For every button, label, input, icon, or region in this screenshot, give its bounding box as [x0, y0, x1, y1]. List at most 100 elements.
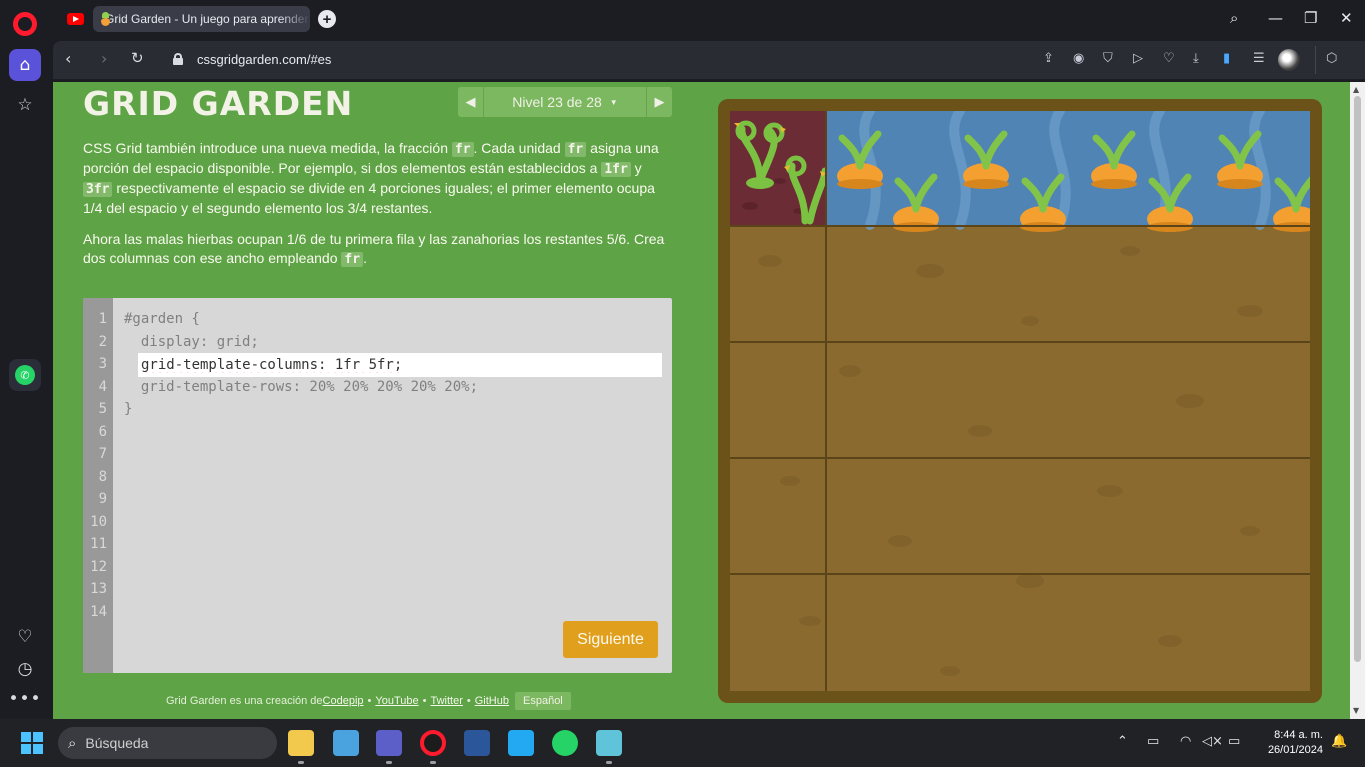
- minimize-button[interactable]: —: [1268, 9, 1283, 27]
- display-icon[interactable]: ▭: [1147, 734, 1159, 749]
- avatar[interactable]: [1278, 49, 1300, 71]
- back-button[interactable]: ‹: [65, 49, 71, 68]
- opera-logo-icon[interactable]: [13, 12, 37, 36]
- home-icon[interactable]: ⌂: [9, 49, 41, 81]
- scroll-down-icon[interactable]: ▼: [1353, 706, 1359, 715]
- code-keyword: 3fr: [83, 182, 113, 197]
- line-number: 8: [98, 469, 107, 485]
- teams-icon[interactable]: [376, 730, 402, 756]
- garden-soil: [730, 111, 1310, 691]
- whatsapp-icon[interactable]: ✆: [9, 359, 41, 391]
- next-level-button[interactable]: ▶: [646, 87, 672, 117]
- code-keyword: fr: [451, 142, 474, 157]
- search-icon: ⌕: [68, 734, 77, 752]
- scroll-up-icon[interactable]: ▲: [1353, 85, 1359, 94]
- level-dropdown[interactable]: Nivel 23 de 28 ▼: [484, 87, 646, 117]
- line-number: 14: [90, 604, 107, 620]
- github-link[interactable]: GitHub: [475, 695, 509, 707]
- whatsapp-taskbar-icon[interactable]: [552, 730, 578, 756]
- line-number: 4: [98, 379, 107, 395]
- level-navigation: ◀ Nivel 23 de 28 ▼ ▶: [458, 87, 672, 117]
- code-keyword: fr: [564, 142, 587, 157]
- line-number: 5: [98, 401, 107, 417]
- extensions-icon[interactable]: ⬡: [1326, 51, 1337, 66]
- instructions-paragraph-1: CSS Grid también introduce una nueva med…: [83, 140, 659, 216]
- history-icon[interactable]: ◷: [9, 653, 41, 685]
- adblock-icon[interactable]: ⛉: [1103, 51, 1113, 66]
- youtube-pinned-tab[interactable]: [60, 8, 90, 30]
- new-tab-button[interactable]: +: [318, 10, 336, 28]
- youtube-icon: [66, 13, 84, 25]
- youtube-link[interactable]: YouTube: [375, 695, 418, 707]
- garden-grid-drawing: [730, 111, 1310, 691]
- system-clock[interactable]: 8:44 a. m. 26/01/2024: [1255, 728, 1323, 758]
- tab-grid-garden[interactable]: Grid Garden - Un juego para aprender CSS…: [93, 6, 310, 32]
- code-keyword: 1fr: [601, 162, 631, 177]
- code-line: grid-template-rows: 20% 20% 20% 20% 20%;: [124, 379, 479, 395]
- opera-taskbar-icon[interactable]: [420, 730, 446, 756]
- line-number: 1: [98, 311, 107, 327]
- chevron-up-icon[interactable]: ⌃: [1117, 734, 1128, 749]
- line-number: 13: [90, 581, 107, 597]
- close-window-button[interactable]: ✕: [1340, 9, 1353, 27]
- heart-icon[interactable]: ♡: [9, 621, 41, 653]
- page-scrollbar[interactable]: ▲ ▼: [1350, 82, 1365, 719]
- line-number: 9: [98, 491, 107, 507]
- player-icon[interactable]: ▷: [1133, 51, 1143, 66]
- maximize-button[interactable]: ❐: [1304, 9, 1317, 27]
- footer: Grid Garden es una creación de Codepip •…: [166, 692, 571, 710]
- search-tabs-icon[interactable]: ⌕: [1230, 9, 1238, 27]
- volume-muted-icon[interactable]: ◁×: [1202, 734, 1223, 749]
- code-line: display: grid;: [124, 334, 259, 350]
- twitter-link[interactable]: Twitter: [430, 695, 462, 707]
- instructions-paragraph-2: Ahora las malas hierbas ocupan 1/6 de tu…: [83, 231, 665, 267]
- share-icon[interactable]: ⇪: [1043, 51, 1054, 66]
- forward-button[interactable]: ›: [101, 49, 107, 68]
- code-keyword: fr: [341, 252, 364, 267]
- address-bar[interactable]: cssgridgarden.com/#es: [197, 52, 331, 67]
- address-bar-row: ‹ › ↻ cssgridgarden.com/#es ⇪ ◉ ⛉ ▷ ♡ ⤓ …: [53, 41, 1365, 79]
- wifi-icon[interactable]: ◠: [1180, 734, 1191, 749]
- line-number-gutter: 1 2 3 4 5 6 7 8 9 10 11 12 13 14: [83, 298, 113, 673]
- snapshot-icon[interactable]: ◉: [1073, 51, 1084, 66]
- start-button[interactable]: [21, 732, 43, 754]
- browser-sidebar: ⌂ ☆ ✆ ♡ ◷ •••: [0, 0, 50, 719]
- bookmark-heart-icon[interactable]: ♡: [1163, 51, 1175, 66]
- page-title: GRID GARDEN: [83, 84, 354, 123]
- windows-taskbar: ⌕ Búsqueda ⌃ ▭ ◠ ◁× ▭ 8:44 a. m. 26/01/2…: [0, 719, 1365, 767]
- css-answer-input[interactable]: [138, 353, 662, 377]
- codepip-link[interactable]: Codepip: [323, 695, 364, 707]
- star-icon[interactable]: ☆: [9, 89, 41, 121]
- file-explorer-icon[interactable]: [288, 730, 314, 756]
- next-button[interactable]: Siguiente: [563, 621, 658, 658]
- lock-icon: [173, 53, 183, 65]
- garden-board: [718, 99, 1322, 703]
- css-editor: 1 2 3 4 5 6 7 8 9 10 11 12 13 14 #garden…: [83, 298, 672, 673]
- easy-setup-icon[interactable]: ☰: [1253, 51, 1265, 66]
- line-number: 7: [98, 446, 107, 462]
- search-placeholder: Búsqueda: [85, 735, 149, 751]
- code-line: }: [124, 401, 133, 417]
- app-icon[interactable]: [596, 730, 622, 756]
- previous-level-button[interactable]: ◀: [458, 87, 484, 117]
- taskbar-search[interactable]: ⌕ Búsqueda: [58, 727, 277, 759]
- tab-strip: Grid Garden - Un juego para aprender CSS…: [50, 0, 1365, 38]
- battery-saver-icon[interactable]: ▮: [1223, 51, 1230, 66]
- download-icon[interactable]: ⤓: [1193, 51, 1199, 66]
- page-content: GRID GARDEN ◀ Nivel 23 de 28 ▼ ▶ CSS Gri…: [53, 82, 1350, 719]
- battery-icon[interactable]: ▭: [1228, 734, 1240, 749]
- notification-bell-icon[interactable]: 🔔: [1331, 734, 1347, 749]
- notepad-icon[interactable]: [333, 730, 359, 756]
- line-number: 3: [98, 356, 107, 372]
- scroll-thumb[interactable]: [1354, 96, 1361, 662]
- language-selector[interactable]: Español: [515, 692, 571, 710]
- line-number: 12: [90, 559, 107, 575]
- chevron-down-icon: ▼: [609, 97, 618, 107]
- level-label: Nivel 23 de 28: [512, 94, 602, 110]
- word-icon[interactable]: [464, 730, 490, 756]
- vscode-icon[interactable]: [508, 730, 534, 756]
- code-line: #garden {: [124, 311, 200, 327]
- more-icon[interactable]: •••: [8, 683, 41, 715]
- line-number: 6: [98, 424, 107, 440]
- reload-icon[interactable]: ↻: [131, 49, 144, 67]
